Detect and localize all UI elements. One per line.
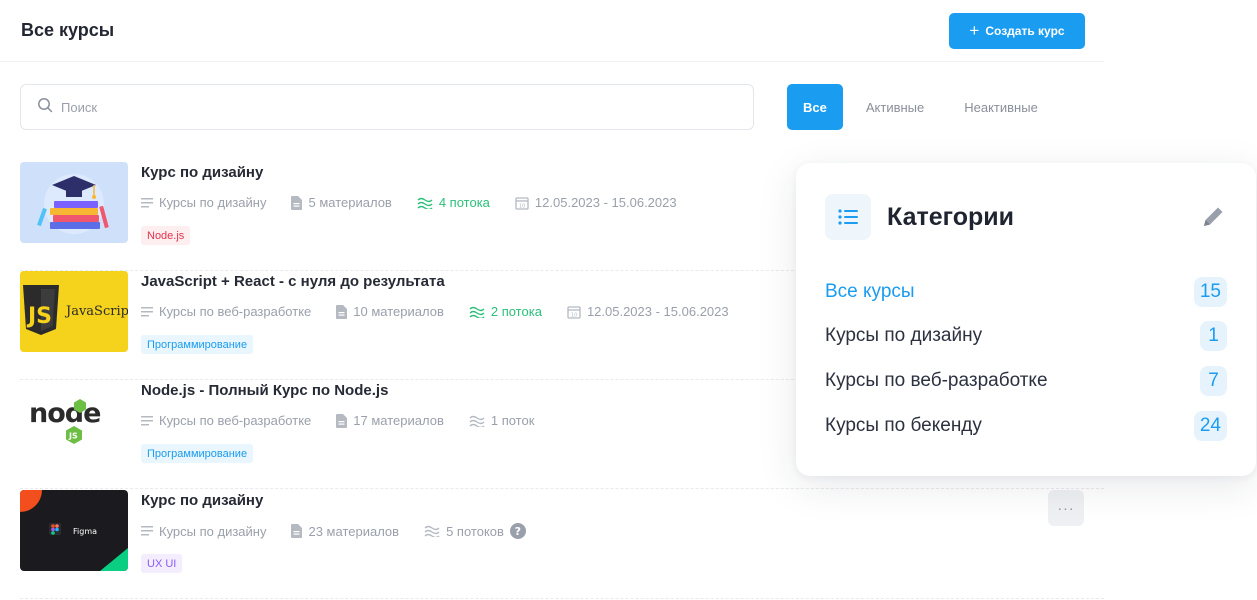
category-count: 7 xyxy=(1200,366,1227,396)
course-materials-label: 5 материалов xyxy=(308,195,392,210)
course-tag[interactable]: Node.js xyxy=(141,226,191,245)
tab-inactive[interactable]: Неактивные xyxy=(947,84,1055,130)
calendar-icon: 10 xyxy=(567,305,581,319)
course-tag[interactable]: UX UI xyxy=(141,554,183,573)
course-thumbnail xyxy=(20,162,128,243)
course-dates: 10 12.05.2023 - 15.06.2023 xyxy=(567,304,729,319)
course-category-label: Курсы по дизайну xyxy=(159,195,267,210)
course-tag[interactable]: Программирование xyxy=(141,335,254,354)
calendar-icon: 10 xyxy=(515,196,529,210)
svg-text:node: node xyxy=(29,398,100,429)
course-title[interactable]: JavaScript + React - с нуля до результат… xyxy=(141,273,445,290)
category-count: 1 xyxy=(1200,321,1227,351)
waves-icon xyxy=(469,415,485,427)
course-title[interactable]: Курс по дизайну xyxy=(141,164,263,181)
course-meta: Курсы по веб-разработке 10 материалов 2 … xyxy=(141,304,754,319)
category-label: Курсы по веб-разработке xyxy=(825,370,1048,391)
course-row[interactable]: Figma Курс по дизайну Курсы по дизайну 2… xyxy=(20,490,1104,599)
course-materials: 10 материалов xyxy=(336,304,444,319)
plus-icon: + xyxy=(969,20,980,40)
course-thumbnail: JS JavaScript xyxy=(20,271,128,352)
categories-title: Категории xyxy=(887,203,1014,231)
list-icon xyxy=(141,526,153,536)
page-title: Все курсы xyxy=(21,20,115,40)
course-thumbnail: Figma xyxy=(20,490,128,571)
course-materials-label: 23 материалов xyxy=(308,523,400,539)
course-dates-label: 12.05.2023 - 15.06.2023 xyxy=(534,195,677,210)
thumbnail-text: Figma xyxy=(73,527,97,536)
list-icon xyxy=(141,415,153,425)
course-category-label: Курсы по веб-разработке xyxy=(159,304,312,319)
course-streams: 4 потока xyxy=(417,195,490,210)
course-category: Курсы по веб-разработке xyxy=(141,304,311,319)
course-category-label: Курсы по дизайну xyxy=(159,523,267,539)
course-tag[interactable]: Программирование xyxy=(141,444,254,463)
category-all-courses[interactable]: Все курсы 15 xyxy=(825,277,1227,307)
course-materials: 17 материалов xyxy=(336,413,444,428)
more-actions-button[interactable]: ··· xyxy=(1048,490,1084,526)
course-category: Курсы по дизайну xyxy=(141,195,266,210)
course-streams: 2 потока xyxy=(469,304,542,319)
course-streams-label: 4 потока xyxy=(438,195,490,210)
help-icon[interactable]: ? xyxy=(509,523,526,539)
category-label: Все курсы xyxy=(825,281,915,302)
document-icon xyxy=(336,304,348,319)
category-label: Курсы по бекенду xyxy=(825,415,982,436)
svg-text:?: ? xyxy=(515,525,521,538)
waves-icon xyxy=(424,525,440,537)
document-icon xyxy=(336,413,348,428)
course-title[interactable]: Курс по дизайну xyxy=(141,492,263,509)
filter-tabs: Все Активные Неактивные xyxy=(787,84,1061,130)
course-category-label: Курсы по веб-разработке xyxy=(159,413,312,428)
waves-icon xyxy=(417,197,433,209)
create-course-button[interactable]: + Создать курс xyxy=(949,13,1085,49)
search-icon xyxy=(37,97,53,118)
course-streams: 1 поток xyxy=(469,413,535,428)
svg-text:10: 10 xyxy=(519,203,525,209)
document-icon xyxy=(291,524,303,538)
waves-icon xyxy=(469,306,485,318)
course-streams-label: 5 потоков xyxy=(446,523,504,539)
course-meta: Курсы по дизайну 5 материалов 4 потока 1… xyxy=(141,195,702,210)
category-backend[interactable]: Курсы по бекенду 24 xyxy=(825,411,1227,441)
course-streams-label: 1 поток xyxy=(490,413,535,428)
course-dates: 10 12.05.2023 - 15.06.2023 xyxy=(515,195,677,210)
course-materials-label: 10 материалов xyxy=(353,304,444,319)
course-category: Курсы по веб-разработке xyxy=(141,413,311,428)
svg-text:10: 10 xyxy=(571,312,577,318)
category-count: 24 xyxy=(1193,411,1227,441)
tab-all[interactable]: Все xyxy=(787,84,843,130)
list-icon xyxy=(825,194,871,240)
more-icon: ··· xyxy=(1057,500,1075,516)
course-materials: 23 материалов xyxy=(291,524,399,539)
search-box[interactable] xyxy=(20,84,754,130)
course-materials: 5 материалов xyxy=(291,195,392,210)
course-meta: Курсы по веб-разработке 17 материалов 1 … xyxy=(141,413,559,428)
course-thumbnail: node JS xyxy=(20,380,128,461)
svg-text:JS: JS xyxy=(26,304,52,329)
tab-active[interactable]: Активные xyxy=(849,84,941,130)
category-web-dev[interactable]: Курсы по веб-разработке 7 xyxy=(825,366,1227,396)
document-icon xyxy=(291,195,303,210)
list-icon xyxy=(141,197,153,207)
category-count: 15 xyxy=(1193,277,1227,307)
category-design[interactable]: Курсы по дизайну 1 xyxy=(825,321,1227,351)
course-category: Курсы по дизайну xyxy=(141,524,266,539)
course-materials-label: 17 материалов xyxy=(353,413,444,428)
course-meta: Курсы по дизайну 23 материалов 5 потоков… xyxy=(141,523,551,539)
category-label: Курсы по дизайну xyxy=(825,325,983,346)
course-streams: 5 потоков ? xyxy=(424,523,526,539)
course-dates-label: 12.05.2023 - 15.06.2023 xyxy=(586,304,729,319)
pencil-icon[interactable] xyxy=(1199,203,1227,231)
page-header: Все курсы + Создать курс xyxy=(0,0,1104,62)
course-title[interactable]: Node.js - Полный Курс по Node.js xyxy=(141,382,388,399)
list-icon xyxy=(141,306,153,316)
thumbnail-text: JavaScript xyxy=(64,304,128,319)
search-input[interactable] xyxy=(61,99,661,115)
categories-panel: Категории Все курсы 15 Курсы по дизайну … xyxy=(796,163,1256,476)
create-course-label: Создать курс xyxy=(985,24,1065,38)
course-streams-label: 2 потока xyxy=(490,304,542,319)
svg-text:JS: JS xyxy=(68,432,78,441)
